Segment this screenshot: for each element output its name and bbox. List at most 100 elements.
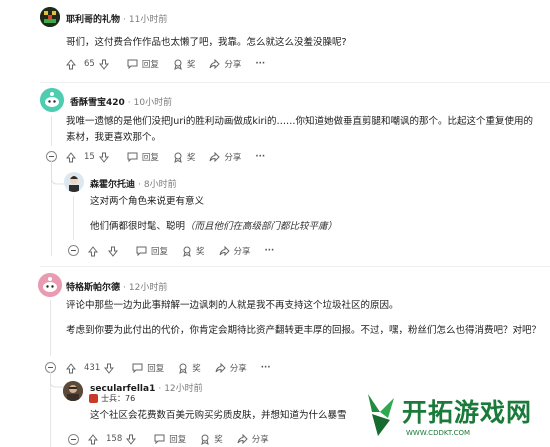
award-icon xyxy=(183,246,191,257)
timestamp[interactable]: 12小时前 xyxy=(129,283,167,293)
award-button[interactable]: 奖 xyxy=(173,151,196,163)
reply-button[interactable]: 回复 xyxy=(132,362,164,374)
reply-button[interactable]: 回复 xyxy=(127,58,159,70)
avatar[interactable] xyxy=(40,7,60,27)
separator-dot: · xyxy=(123,15,126,25)
avatar[interactable] xyxy=(64,172,84,192)
divider xyxy=(40,266,550,267)
share-button[interactable]: 分享 xyxy=(209,151,241,163)
more-options-button[interactable]: ··· xyxy=(261,363,271,373)
comment-text-paragraph-1: 评论中那些一边为此事辩解一边讽刺的人就是我不再支持这个垃圾社区的原因。 xyxy=(66,300,399,311)
vote-group: 65 xyxy=(66,58,113,70)
share-label: 分享 xyxy=(224,60,242,70)
share-icon xyxy=(219,246,230,256)
award-button[interactable]: 奖 xyxy=(173,58,196,70)
comment-text-italic: （而且他们在高级部门都比较平庸） xyxy=(185,221,338,232)
reply-icon xyxy=(132,363,143,373)
separator-dot: · xyxy=(123,283,126,293)
avatar[interactable] xyxy=(38,273,62,297)
award-icon xyxy=(179,363,187,374)
vote-count: 15 xyxy=(84,152,95,162)
avatar-pixel-icon xyxy=(40,7,60,27)
upvote-icon[interactable] xyxy=(88,245,98,257)
thread-line[interactable] xyxy=(73,196,74,240)
vote-group: 431 xyxy=(66,362,118,374)
upvote-icon[interactable] xyxy=(66,58,76,70)
separator-dot: · xyxy=(138,180,141,190)
timestamp[interactable]: 12小时前 xyxy=(164,384,202,394)
share-button[interactable]: 分享 xyxy=(237,433,269,445)
flair-text: 士兵：76 xyxy=(101,394,136,403)
more-options-button[interactable]: ··· xyxy=(265,246,275,256)
reply-label: 回复 xyxy=(141,153,159,163)
vote-count: 158 xyxy=(106,434,123,444)
reply-connector xyxy=(50,372,64,388)
username[interactable]: 森霍尔托迪 xyxy=(90,180,135,190)
vote-count: 431 xyxy=(84,363,101,373)
award-icon xyxy=(174,59,182,70)
share-icon xyxy=(237,434,248,444)
upvote-icon[interactable] xyxy=(88,433,98,445)
reply-label: 回复 xyxy=(141,60,159,70)
thread-line[interactable] xyxy=(51,116,52,146)
username[interactable]: 耶利哥的礼物 xyxy=(66,15,120,25)
watermark-url: WWW.CDDKT.COM xyxy=(406,429,471,437)
share-button[interactable]: 分享 xyxy=(219,245,251,257)
award-label: 奖 xyxy=(192,364,201,374)
reply-button[interactable]: 回复 xyxy=(136,245,168,257)
collapse-thread-button[interactable] xyxy=(68,245,79,256)
username[interactable]: 香酥雪宝420 xyxy=(70,98,125,108)
reply-icon xyxy=(136,246,147,256)
thread-line[interactable] xyxy=(50,300,51,356)
share-icon xyxy=(215,363,226,373)
comment-text-line-2: 他们俩都很时髦、聪明 xyxy=(90,221,186,232)
comment-text: 哥们，这付费合作作品也太懒了吧，我靠。怎么就这么没羞没臊呢? xyxy=(66,37,347,48)
reply-icon xyxy=(127,152,138,162)
award-button[interactable]: 奖 xyxy=(178,362,201,374)
downvote-icon[interactable] xyxy=(126,434,137,445)
avatar[interactable] xyxy=(63,381,83,401)
comment-text-line-1: 这对两个角色来说更有意义 xyxy=(90,196,205,207)
award-icon xyxy=(174,152,182,163)
reply-icon xyxy=(154,434,165,444)
user-flair: 士兵：76 xyxy=(89,393,135,404)
collapse-thread-button[interactable] xyxy=(68,434,79,445)
share-label: 分享 xyxy=(233,247,251,257)
timestamp[interactable]: 8小时前 xyxy=(144,180,177,190)
downvote-icon[interactable] xyxy=(98,152,109,163)
more-options-button[interactable]: ··· xyxy=(255,152,265,162)
share-icon xyxy=(209,152,221,162)
vote-group: 158 xyxy=(88,433,140,445)
timestamp[interactable]: 11小时前 xyxy=(129,15,167,25)
comment-text: 我唯一遗憾的是他们没把Juri的胜利动画做成kiri的……你知道她做垂直剪腿和嘲… xyxy=(66,116,534,143)
avatar[interactable] xyxy=(40,88,64,112)
reply-label: 回复 xyxy=(169,435,187,445)
reply-icon xyxy=(127,59,138,69)
downvote-icon[interactable] xyxy=(104,363,115,374)
upvote-icon[interactable] xyxy=(66,362,76,374)
reply-label: 回复 xyxy=(147,364,165,374)
award-button[interactable]: 奖 xyxy=(200,433,223,445)
share-button[interactable]: 分享 xyxy=(209,58,241,70)
more-options-button[interactable]: ··· xyxy=(255,59,265,69)
avatar-snoo-icon xyxy=(38,273,62,297)
downvote-icon[interactable] xyxy=(108,246,118,257)
reply-button[interactable]: 回复 xyxy=(154,433,186,445)
award-label: 奖 xyxy=(186,60,196,70)
flair-icon xyxy=(89,394,98,403)
award-label: 奖 xyxy=(186,153,196,163)
award-icon xyxy=(201,434,209,445)
vote-group xyxy=(88,245,122,257)
share-button[interactable]: 分享 xyxy=(215,362,247,374)
vote-count: 65 xyxy=(84,59,95,69)
avatar-character-icon xyxy=(63,381,83,401)
vote-group: 15 xyxy=(66,151,113,163)
upvote-icon[interactable] xyxy=(66,151,76,163)
username[interactable]: 特格斯帕尔德 xyxy=(66,283,120,293)
watermark-title: 开拓游戏网 xyxy=(402,398,533,427)
award-label: 奖 xyxy=(196,247,205,257)
award-button[interactable]: 奖 xyxy=(182,245,205,257)
reply-button[interactable]: 回复 xyxy=(127,151,159,163)
timestamp[interactable]: 10小时前 xyxy=(134,98,172,108)
downvote-icon[interactable] xyxy=(98,59,109,70)
